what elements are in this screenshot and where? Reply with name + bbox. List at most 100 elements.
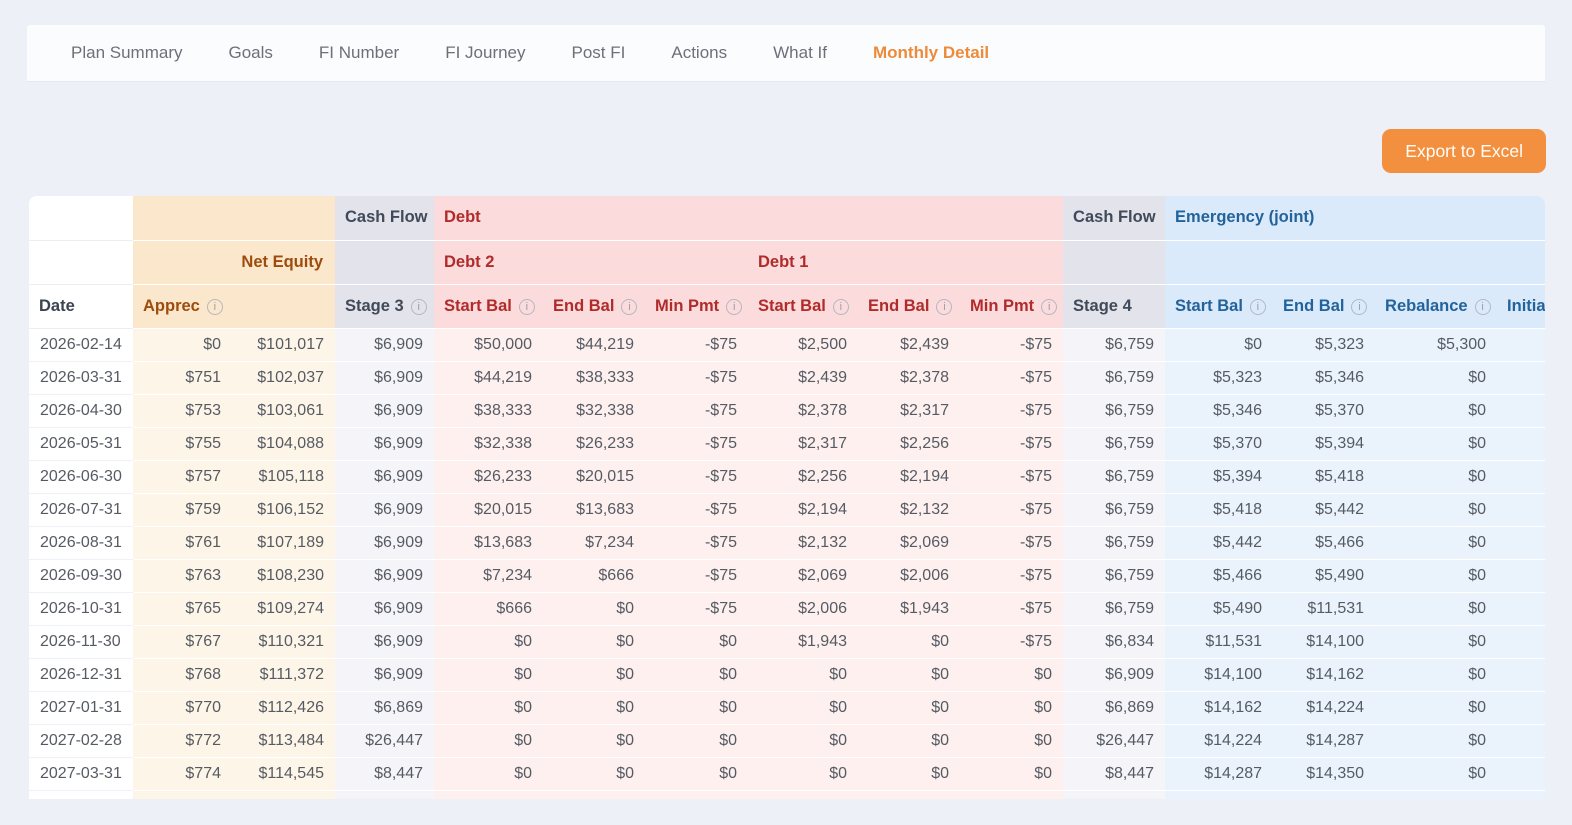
table-row: 2026-06-30$757$105,118$6,909$26,233$20,0…	[29, 460, 1545, 493]
date-cell: 2026-08-31	[29, 526, 133, 559]
value-cell: $0	[858, 691, 960, 724]
value-cell	[434, 790, 543, 799]
value-cell: $106,152	[232, 493, 335, 526]
column-header-spacer	[232, 284, 335, 328]
value-cell: $5,418	[1273, 460, 1375, 493]
value-cell: $2,256	[748, 460, 858, 493]
value-cell: -$75	[645, 460, 748, 493]
value-cell: $0	[1165, 328, 1273, 361]
tab-monthly-detail[interactable]: Monthly Detail	[850, 43, 1012, 63]
info-icon[interactable]: i	[207, 299, 223, 315]
info-icon[interactable]: i	[833, 299, 849, 315]
tab-bar: Plan Summary Goals FI Number FI Journey …	[27, 25, 1545, 82]
value-cell: $2,500	[748, 328, 858, 361]
value-cell: $755	[133, 427, 232, 460]
value-cell: $6,869	[1063, 691, 1165, 724]
value-cell: $0	[645, 724, 748, 757]
value-cell: $6,909	[335, 559, 434, 592]
tab-plan-summary[interactable]: Plan Summary	[48, 43, 205, 63]
value-cell: -$75	[645, 526, 748, 559]
value-cell: $2,006	[748, 592, 858, 625]
value-cell: $14,287	[1273, 724, 1375, 757]
info-icon[interactable]: i	[1041, 299, 1057, 315]
group-header-spacer	[335, 240, 434, 284]
info-icon[interactable]: i	[1351, 299, 1367, 315]
value-cell: $5,323	[1165, 361, 1273, 394]
value-cell: $102,037	[232, 361, 335, 394]
table-row: 2026-04-30$753$103,061$6,909$38,333$32,3…	[29, 394, 1545, 427]
value-cell: -$75	[645, 328, 748, 361]
value-cell: $38,333	[434, 394, 543, 427]
value-cell: $5,490	[1165, 592, 1273, 625]
info-icon[interactable]: i	[1475, 299, 1491, 315]
value-cell: $0	[748, 691, 858, 724]
value-cell: $1,943	[858, 592, 960, 625]
tab-post-fi[interactable]: Post FI	[549, 43, 649, 63]
value-cell: $761	[133, 526, 232, 559]
info-icon[interactable]: i	[936, 299, 952, 315]
value-cell: $0	[960, 724, 1063, 757]
table-row: 2026-03-31$751$102,037$6,909$44,219$38,3…	[29, 361, 1545, 394]
value-cell: $2,378	[858, 361, 960, 394]
tab-goals[interactable]: Goals	[205, 43, 295, 63]
value-cell: $0	[960, 658, 1063, 691]
value-cell: $112,426	[232, 691, 335, 724]
value-cell: -$75	[960, 625, 1063, 658]
value-cell: $765	[133, 592, 232, 625]
value-cell	[858, 790, 960, 799]
date-cell: 2026-06-30	[29, 460, 133, 493]
value-cell: $2,439	[858, 328, 960, 361]
tab-fi-journey[interactable]: FI Journey	[422, 43, 548, 63]
value-cell: $0	[434, 658, 543, 691]
value-cell: -$75	[960, 493, 1063, 526]
info-icon[interactable]: i	[726, 299, 742, 315]
info-icon[interactable]: i	[411, 299, 427, 315]
value-cell: $44,219	[543, 328, 645, 361]
info-icon[interactable]: i	[1250, 299, 1266, 315]
value-cell: $770	[133, 691, 232, 724]
table-row: 2026-09-30$763$108,230$6,909$7,234$666-$…	[29, 559, 1545, 592]
date-cell: 2026-11-30	[29, 625, 133, 658]
value-cell	[543, 790, 645, 799]
value-cell: $2,194	[748, 493, 858, 526]
column-header-stage-4: Stage 4	[1063, 284, 1165, 328]
table-row: 2026-12-31$768$111,372$6,909$0$0$0$0$0$0…	[29, 658, 1545, 691]
value-cell: $113,484	[232, 724, 335, 757]
column-header-label: Start Bal	[758, 297, 826, 315]
value-cell: $5,418	[1165, 493, 1273, 526]
value-cell: $5,466	[1273, 526, 1375, 559]
table-row: 2026-05-31$755$104,088$6,909$32,338$26,2…	[29, 427, 1545, 460]
tab-fi-number[interactable]: FI Number	[296, 43, 422, 63]
value-cell: $5,300	[1375, 328, 1497, 361]
value-cell: $14,287	[1165, 757, 1273, 790]
group-header-spacer	[133, 196, 335, 240]
value-cell	[232, 790, 335, 799]
info-icon[interactable]: i	[519, 299, 535, 315]
value-cell: $101,017	[232, 328, 335, 361]
value-cell: $20,015	[434, 493, 543, 526]
value-cell: -$75	[645, 394, 748, 427]
value-cell: -$75	[960, 559, 1063, 592]
value-cell: $0	[858, 757, 960, 790]
value-cell: $5,466	[1165, 559, 1273, 592]
table-row: 2027-03-31$774$114,545$8,447$0$0$0$0$0$0…	[29, 757, 1545, 790]
column-header-apprec: Appreci	[133, 284, 232, 328]
tab-what-if[interactable]: What If	[750, 43, 850, 63]
value-cell	[1497, 658, 1545, 691]
value-cell: -$75	[960, 361, 1063, 394]
value-cell: $6,759	[1063, 526, 1165, 559]
value-cell: $757	[133, 460, 232, 493]
table-header: Cash FlowDebtCash FlowEmergency (joint)N…	[29, 196, 1545, 328]
monthly-detail-table: Cash FlowDebtCash FlowEmergency (joint)N…	[29, 196, 1545, 799]
column-header-min-pmt: Min Pmti	[645, 284, 748, 328]
tab-actions[interactable]: Actions	[648, 43, 750, 63]
value-cell: $0	[434, 691, 543, 724]
info-icon[interactable]: i	[621, 299, 637, 315]
value-cell: $2,194	[858, 460, 960, 493]
value-cell: $108,230	[232, 559, 335, 592]
date-cell: 2026-02-14	[29, 328, 133, 361]
value-cell: $1,943	[748, 625, 858, 658]
value-cell: $0	[1375, 757, 1497, 790]
export-to-excel-button[interactable]: Export to Excel	[1382, 129, 1546, 173]
value-cell: $0	[1375, 361, 1497, 394]
